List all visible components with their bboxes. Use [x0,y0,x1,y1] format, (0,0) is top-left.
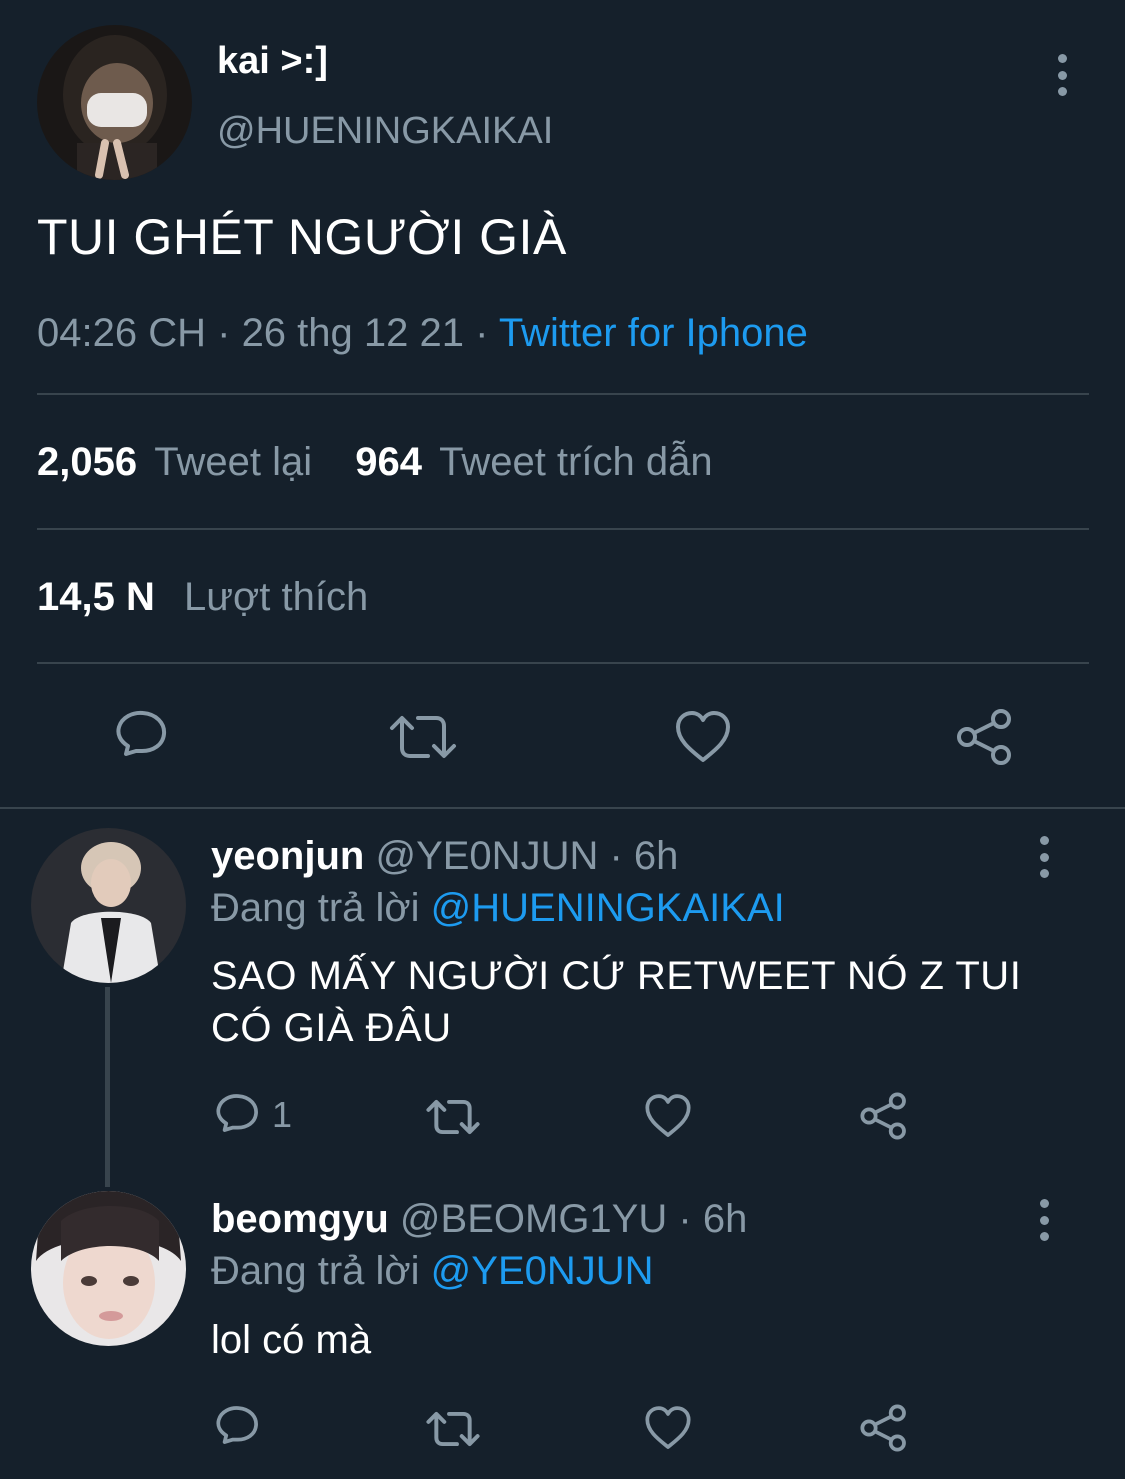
reply-count: 1 [272,1094,293,1135]
share-icon[interactable] [955,707,1015,767]
avatar-kai[interactable] [37,25,192,180]
reply-icon[interactable] [213,1092,261,1140]
meta-separator: · [217,311,231,355]
tweet-date: 26 thg 12 21 [241,311,464,355]
replying-label: Đang trả lời [211,886,420,930]
tweet-text: TUI GHÉT NGƯỜI GIÀ [37,209,567,265]
share-icon[interactable] [859,1403,909,1453]
avatar-yeonjun[interactable] [31,828,186,983]
reply-text-line: SAO MẤY NGƯỜI CỨ RETWEET NÓ Z TUI [211,954,1022,998]
engagement-stats: 2,056 Tweet lại 964 Tweet trích dẫn [37,438,713,486]
divider [37,393,1089,395]
reply-text-line: CÓ GIÀ ĐÂU [211,1006,452,1050]
reply-display-name[interactable]: yeonjun [211,834,364,878]
reply-dot: · [609,834,623,878]
reply-header: beomgyu @BEOMG1YU · 6h [211,1195,747,1243]
reply-handle[interactable]: @YE0NJUN [375,834,598,878]
retweet-icon[interactable] [425,1406,481,1452]
reply-time[interactable]: 6h [703,1197,748,1241]
tweet-source-link[interactable]: Twitter for Iphone [499,311,808,355]
replying-to: Đang trả lời @HUENINGKAIKAI [211,884,785,932]
retweet-icon[interactable] [425,1094,481,1140]
retweet-icon[interactable] [388,708,458,766]
like-icon[interactable] [674,708,732,766]
quotes-label: Tweet trích dẫn [439,440,713,484]
replying-label: Đang trả lời [211,1249,420,1293]
like-icon[interactable] [644,1092,692,1140]
likes-count: 14,5 N [37,575,155,619]
more-options-icon[interactable] [1029,1195,1059,1245]
avatar-beomgyu[interactable] [31,1191,186,1346]
reply-icon[interactable] [112,708,170,766]
replying-to: Đang trả lời @YE0NJUN [211,1247,654,1295]
thread-line [105,987,110,1187]
likes-stat[interactable]: 14,5 N Lượt thích [37,573,368,621]
divider [37,528,1089,530]
quotes-count: 964 [355,440,422,484]
retweets-label: Tweet lại [154,440,313,484]
replying-to-handle[interactable]: @YE0NJUN [431,1249,654,1293]
retweets-stat[interactable]: 2,056 Tweet lại [37,440,323,484]
reply-text: lol có mà [211,1318,372,1362]
reply-handle[interactable]: @BEOMG1YU [400,1197,667,1241]
reply-header: yeonjun @YE0NJUN · 6h [211,832,678,880]
handle[interactable]: @HUENINGKAIKAI [217,108,553,154]
section-divider [0,807,1125,809]
more-options-icon[interactable] [1029,832,1059,882]
display-name[interactable]: kai >:] [217,38,328,84]
replying-to-handle[interactable]: @HUENINGKAIKAI [431,886,785,930]
likes-label: Lượt thích [183,575,369,619]
tweet-time: 04:26 CH [37,311,206,355]
share-icon[interactable] [859,1091,909,1141]
reply-dot: · [678,1197,692,1241]
divider [37,662,1089,664]
reply-display-name[interactable]: beomgyu [211,1197,389,1241]
reply-time[interactable]: 6h [634,834,679,878]
quotes-stat[interactable]: 964 Tweet trích dẫn [355,440,712,484]
reply-text: SAO MẤY NGƯỜI CỨ RETWEET NÓ Z TUI CÓ GIÀ… [211,950,1021,1054]
retweets-count: 2,056 [37,440,138,484]
meta-separator: · [475,311,489,355]
reply-icon[interactable] [213,1404,261,1452]
tweet-meta: 04:26 CH · 26 thg 12 21 · Twitter for Ip… [37,309,808,357]
more-options-icon[interactable] [1047,50,1077,100]
like-icon[interactable] [644,1404,692,1452]
